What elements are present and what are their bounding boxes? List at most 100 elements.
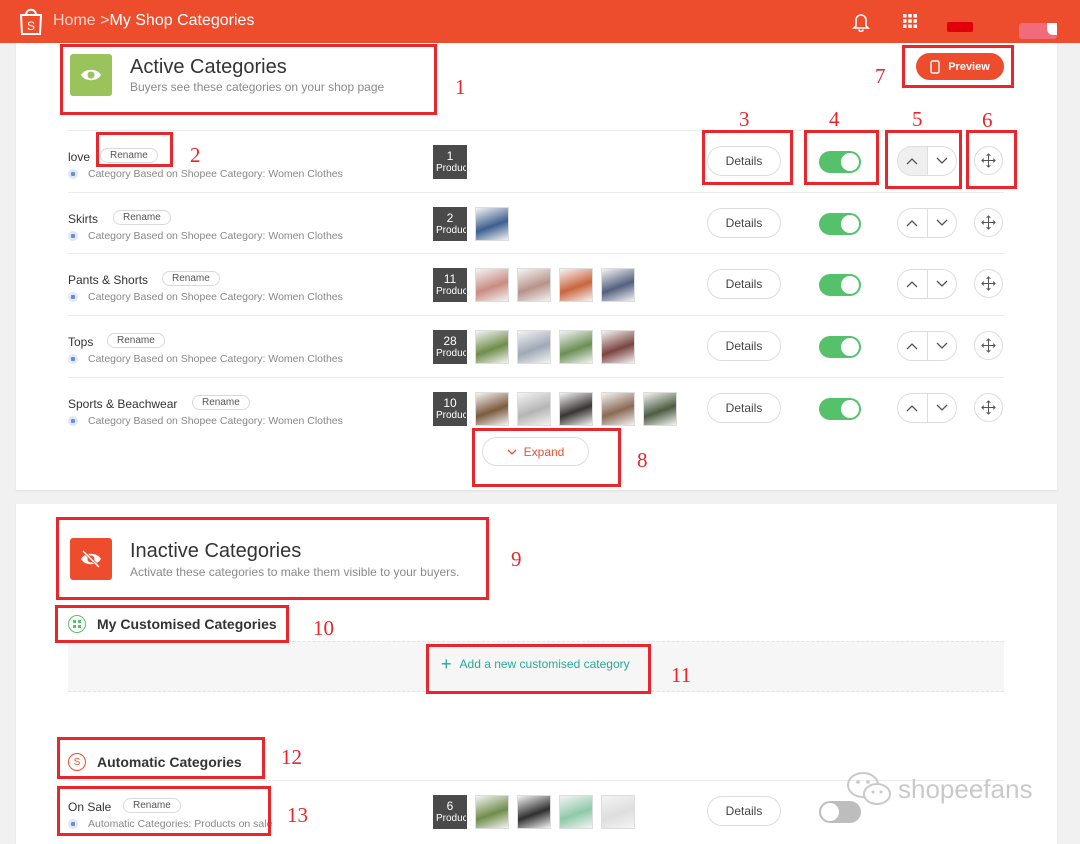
move-up-button[interactable] xyxy=(898,209,928,237)
drag-handle[interactable] xyxy=(974,269,1003,298)
product-count-tile[interactable]: 2 Produc xyxy=(433,207,467,241)
move-down-button[interactable] xyxy=(928,209,957,237)
product-thumbnail[interactable] xyxy=(517,795,551,829)
chevron-up-icon xyxy=(906,405,918,412)
category-type-icon xyxy=(68,416,78,426)
drag-handle[interactable] xyxy=(974,393,1003,422)
details-button[interactable]: Details xyxy=(707,269,781,299)
active-category-row: Skirts Rename Category Based on Shopee C… xyxy=(68,192,1004,253)
annotation-number-5: 5 xyxy=(912,107,923,131)
category-visibility-toggle[interactable] xyxy=(819,213,861,235)
product-thumbnail[interactable] xyxy=(475,795,509,829)
active-category-row: Pants & Shorts Rename Category Based on … xyxy=(68,253,1004,314)
chevron-up-icon xyxy=(906,220,918,227)
product-count-tile[interactable]: 1 Produc xyxy=(433,145,467,179)
product-thumbnail[interactable] xyxy=(643,392,677,426)
rename-button[interactable]: Rename xyxy=(162,271,220,286)
product-thumbnail[interactable] xyxy=(475,207,509,241)
annotation-number-6: 6 xyxy=(982,108,993,132)
annotation-box-9 xyxy=(56,517,489,600)
notification-bell-icon[interactable] xyxy=(852,12,870,32)
products-label: Produc xyxy=(436,348,467,359)
shopee-logo-icon[interactable]: S xyxy=(18,6,44,36)
product-thumbnails: 11 Produc xyxy=(433,268,635,302)
annotation-number-10: 10 xyxy=(313,616,334,640)
product-thumbnails: 1 Produc xyxy=(433,145,467,179)
move-arrows-icon xyxy=(981,338,996,353)
category-visibility-toggle[interactable] xyxy=(819,398,861,420)
move-down-button[interactable] xyxy=(928,270,957,298)
details-button[interactable]: Details xyxy=(707,331,781,361)
category-name: Pants & Shorts xyxy=(68,273,149,287)
move-arrows-icon xyxy=(981,215,996,230)
rename-button[interactable]: Rename xyxy=(107,333,165,348)
apps-grid-icon[interactable] xyxy=(903,14,917,28)
details-button[interactable]: Details xyxy=(707,393,781,423)
details-button[interactable]: Details xyxy=(707,208,781,238)
move-down-button[interactable] xyxy=(928,332,957,360)
product-count-tile[interactable]: 6 Produc xyxy=(433,795,467,829)
move-arrows-icon xyxy=(981,400,996,415)
annotation-number-1: 1 xyxy=(455,75,466,99)
annotation-number-3: 3 xyxy=(739,107,750,131)
annotation-box-13 xyxy=(57,786,271,836)
category-type-icon xyxy=(68,231,78,241)
user-avatar-redacted[interactable] xyxy=(1019,23,1057,39)
category-source-text: Category Based on Shopee Category: Women… xyxy=(88,291,343,303)
category-source-text: Category Based on Shopee Category: Women… xyxy=(88,230,343,242)
annotation-box-10 xyxy=(55,605,289,643)
product-count: 10 xyxy=(443,396,457,410)
chevron-down-icon xyxy=(936,342,948,349)
annotation-box-2 xyxy=(96,132,173,167)
annotation-number-11: 11 xyxy=(671,663,692,687)
category-type-icon xyxy=(68,169,78,179)
product-thumbnail[interactable] xyxy=(601,330,635,364)
product-count: 2 xyxy=(446,211,454,225)
products-label: Produc xyxy=(436,225,467,236)
move-up-button[interactable] xyxy=(898,394,928,422)
annotation-box-6 xyxy=(966,130,1017,189)
product-thumbnails: 10 Produc xyxy=(433,392,677,426)
product-thumbnail[interactable] xyxy=(601,795,635,829)
product-thumbnail[interactable] xyxy=(517,268,551,302)
category-name: Tops xyxy=(68,335,94,349)
category-source: Category Based on Shopee Category: Women… xyxy=(68,168,343,180)
product-thumbnail[interactable] xyxy=(475,268,509,302)
details-button[interactable]: Details xyxy=(707,796,781,826)
products-label: Produc xyxy=(436,163,467,174)
product-thumbnail[interactable] xyxy=(517,330,551,364)
products-label: Produc xyxy=(436,813,467,824)
rename-button[interactable]: Rename xyxy=(113,210,171,225)
annotation-number-9: 9 xyxy=(511,547,522,571)
breadcrumb: Home >My Shop Categories xyxy=(53,12,254,30)
product-count: 28 xyxy=(443,334,457,348)
annotation-number-2: 2 xyxy=(190,143,201,167)
product-thumbnail[interactable] xyxy=(601,392,635,426)
product-thumbnail[interactable] xyxy=(559,330,593,364)
category-name: love xyxy=(68,150,91,164)
product-count-tile[interactable]: 28 Produc xyxy=(433,330,467,364)
product-thumbnails: 6 Produc xyxy=(433,795,635,829)
product-thumbnail[interactable] xyxy=(559,268,593,302)
move-down-button[interactable] xyxy=(928,394,957,422)
chevron-up-icon xyxy=(906,343,918,350)
annotation-box-3 xyxy=(702,130,793,185)
product-thumbnail[interactable] xyxy=(517,392,551,426)
product-thumbnail[interactable] xyxy=(559,795,593,829)
product-thumbnail[interactable] xyxy=(475,330,509,364)
product-count-tile[interactable]: 11 Produc xyxy=(433,268,467,302)
breadcrumb-home-link[interactable]: Home xyxy=(53,12,96,29)
move-up-button[interactable] xyxy=(898,270,928,298)
category-visibility-toggle[interactable] xyxy=(819,336,861,358)
product-thumbnail[interactable] xyxy=(475,392,509,426)
rename-button[interactable]: Rename xyxy=(192,395,250,410)
move-up-button[interactable] xyxy=(898,332,928,360)
category-type-icon xyxy=(68,354,78,364)
logo-letter: S xyxy=(27,19,35,33)
product-count-tile[interactable]: 10 Produc xyxy=(433,392,467,426)
product-thumbnail[interactable] xyxy=(559,392,593,426)
product-thumbnail[interactable] xyxy=(601,268,635,302)
drag-handle[interactable] xyxy=(974,331,1003,360)
category-visibility-toggle[interactable] xyxy=(819,274,861,296)
drag-handle[interactable] xyxy=(974,208,1003,237)
